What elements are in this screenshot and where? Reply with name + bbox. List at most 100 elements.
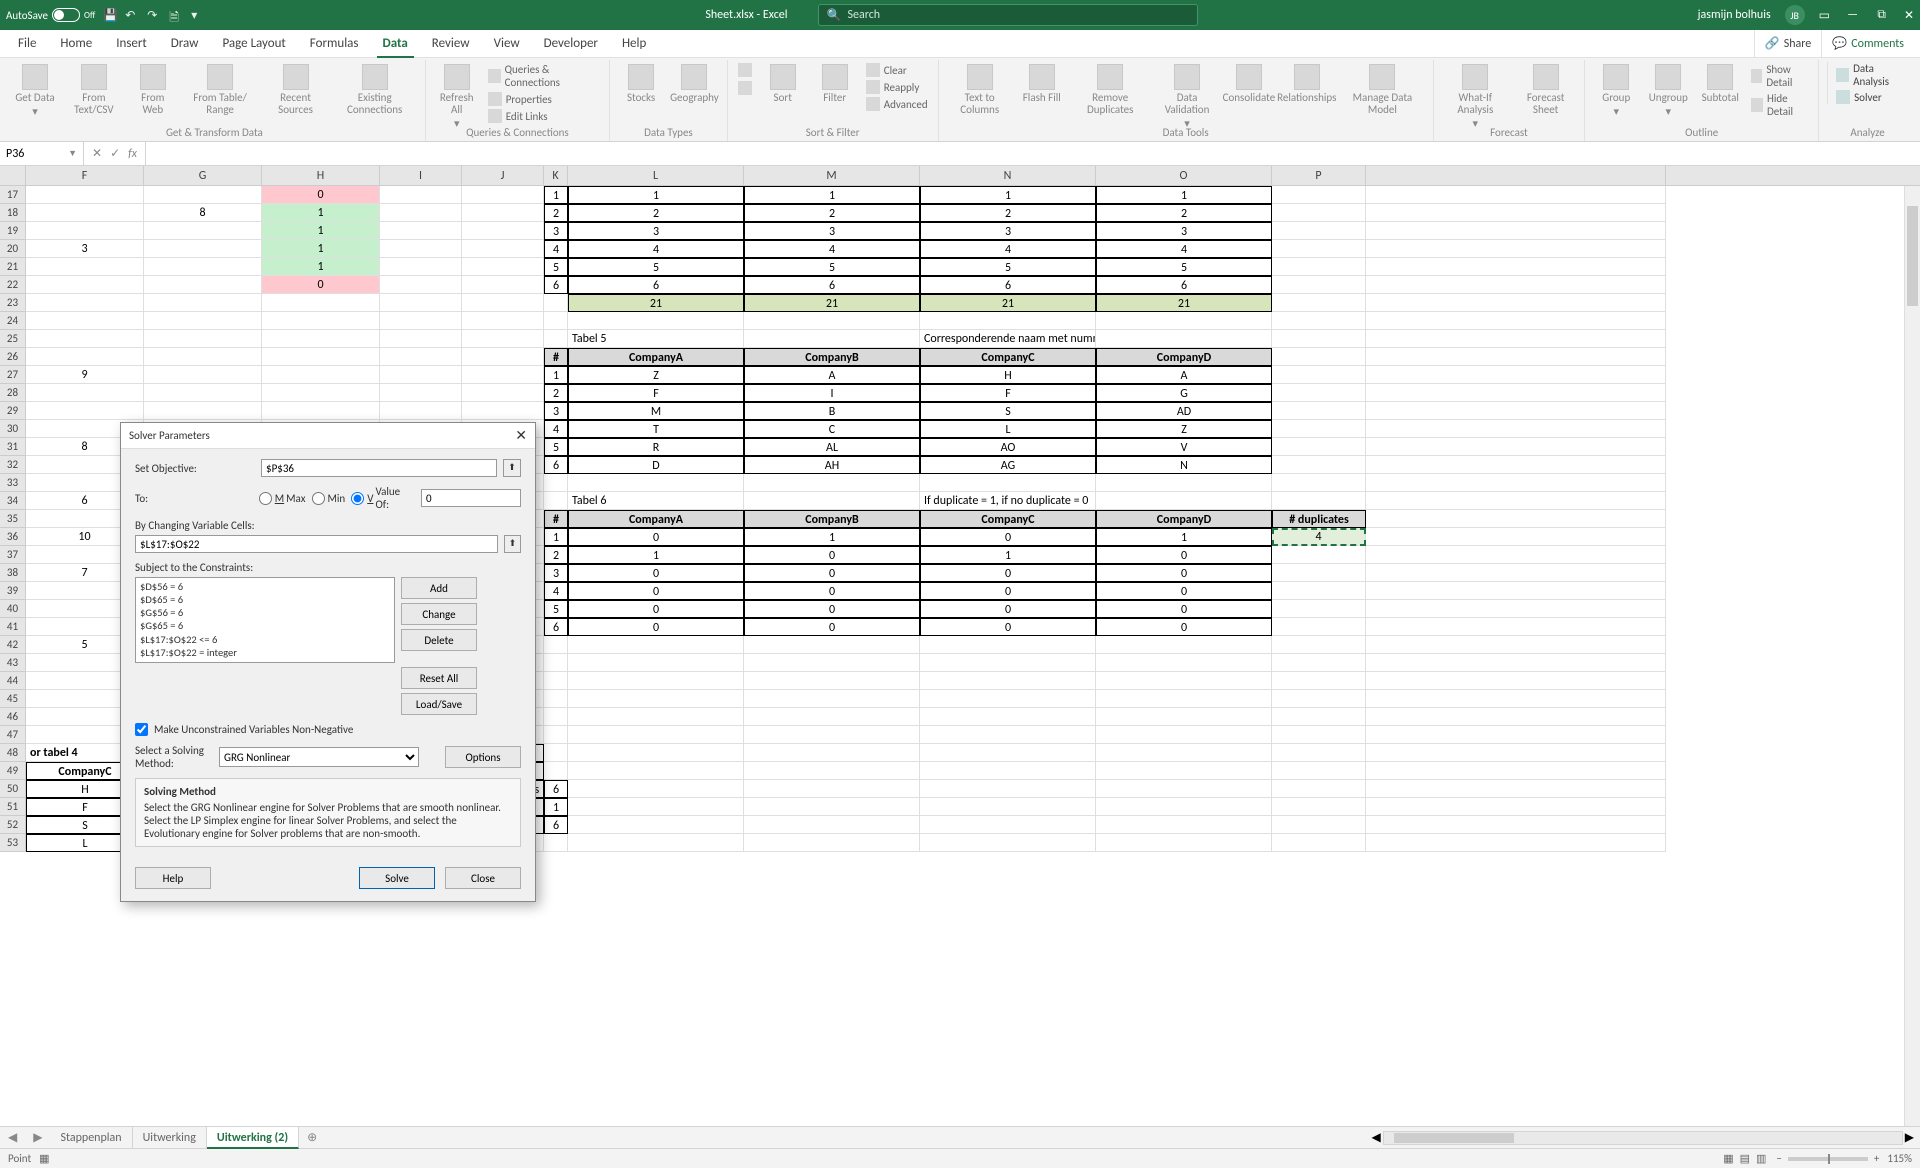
cell[interactable] [380,186,462,204]
cell[interactable] [1366,672,1666,690]
macro-record-icon[interactable]: ▦ [39,1152,49,1165]
cell[interactable] [544,762,568,780]
cell[interactable] [1366,204,1666,222]
col-header[interactable]: H [262,166,380,185]
cell[interactable] [462,276,544,294]
cell[interactable] [462,402,544,420]
cell[interactable] [744,834,920,852]
row-header[interactable]: 25 [0,330,26,348]
cell[interactable]: A [1096,366,1272,384]
text-to-columns-button[interactable]: Text to Columns [947,62,1013,116]
cell[interactable] [920,690,1096,708]
cell[interactable] [544,294,568,312]
tab-page-layout[interactable]: Page Layout [210,30,297,58]
cell[interactable]: 0 [920,564,1096,582]
cell[interactable] [462,384,544,402]
cell[interactable]: 2 [544,204,568,222]
cell[interactable] [1366,546,1666,564]
cell[interactable] [744,492,920,510]
cell[interactable] [1096,312,1272,330]
cell[interactable]: 6 [544,456,568,474]
constraint-item[interactable]: $D$56 = 6 [140,580,390,593]
cell[interactable] [568,798,744,816]
cell[interactable] [262,366,380,384]
cell[interactable]: 6 [544,276,568,294]
cell[interactable]: 2 [568,204,744,222]
sheet-tab[interactable]: Uitwerking [133,1127,207,1149]
cell[interactable]: AO [920,438,1096,456]
cell[interactable]: 1 [262,240,380,258]
cell[interactable] [1366,708,1666,726]
cell[interactable] [1366,798,1666,816]
cell[interactable] [144,348,262,366]
cell[interactable] [26,186,144,204]
cell[interactable] [920,834,1096,852]
cell[interactable] [1272,726,1366,744]
cell[interactable]: R [568,438,744,456]
cell[interactable] [1366,492,1666,510]
cell[interactable] [26,276,144,294]
cell[interactable] [544,330,568,348]
cell[interactable] [920,672,1096,690]
cell[interactable]: 4 [544,240,568,258]
cell[interactable] [1272,420,1366,438]
cell[interactable] [26,258,144,276]
row-header[interactable]: 31 [0,438,26,456]
cell[interactable] [262,348,380,366]
view-page-icon[interactable]: ▤ [1740,1152,1750,1165]
cell[interactable] [380,312,462,330]
cell[interactable] [568,744,744,762]
cell[interactable] [1366,762,1666,780]
cell[interactable] [380,222,462,240]
stocks-button[interactable]: Stocks [618,62,664,104]
method-select[interactable]: GRG Nonlinear [219,747,419,767]
cell[interactable] [1366,366,1666,384]
cell[interactable] [1272,258,1366,276]
cell[interactable]: 0 [568,564,744,582]
advanced-button[interactable]: Advanced [864,96,930,112]
tab-draw[interactable]: Draw [159,30,211,58]
cell[interactable]: 0 [568,618,744,636]
cell[interactable] [144,330,262,348]
cell[interactable]: 4 [544,420,568,438]
min-radio[interactable]: Min [312,492,346,505]
cell[interactable] [544,654,568,672]
load-save-button[interactable]: Load/Save [401,693,477,715]
cell[interactable]: 4 [920,240,1096,258]
cell[interactable] [744,654,920,672]
cell[interactable]: 0 [1096,600,1272,618]
cell[interactable]: 5 [920,258,1096,276]
cell[interactable] [380,276,462,294]
cell[interactable]: H [920,366,1096,384]
row-header[interactable]: 26 [0,348,26,366]
cell[interactable] [1272,366,1366,384]
cell[interactable]: # [544,348,568,366]
sort-button[interactable]: Sort [760,62,806,104]
cell[interactable]: 1 [920,186,1096,204]
cell[interactable] [1366,240,1666,258]
cell[interactable]: If duplicate = 1, if no duplicate = 0 [920,492,1096,510]
cell[interactable] [568,834,744,852]
tab-formulas[interactable]: Formulas [298,30,371,58]
cell[interactable]: 4 [1096,240,1272,258]
cell[interactable]: Z [568,366,744,384]
set-objective-input[interactable] [261,459,497,477]
col-header[interactable]: O [1096,166,1272,185]
row-header[interactable]: 21 [0,258,26,276]
cell[interactable]: 2 [744,204,920,222]
cell[interactable]: AL [744,438,920,456]
cell[interactable] [380,204,462,222]
constraint-item[interactable]: $L$17:$O$22 = integer [140,646,390,659]
cell[interactable] [544,834,568,852]
cell[interactable] [544,708,568,726]
valueof-radio[interactable]: VValue Of: [351,485,415,511]
cell[interactable]: 21 [1096,294,1272,312]
cell[interactable]: Z [1096,420,1272,438]
cell[interactable]: 0 [568,528,744,546]
cell[interactable] [920,708,1096,726]
row-header[interactable]: 51 [0,798,26,816]
cell[interactable] [26,294,144,312]
cell[interactable] [1366,744,1666,762]
cell[interactable] [1272,276,1366,294]
cell[interactable]: AH [744,456,920,474]
